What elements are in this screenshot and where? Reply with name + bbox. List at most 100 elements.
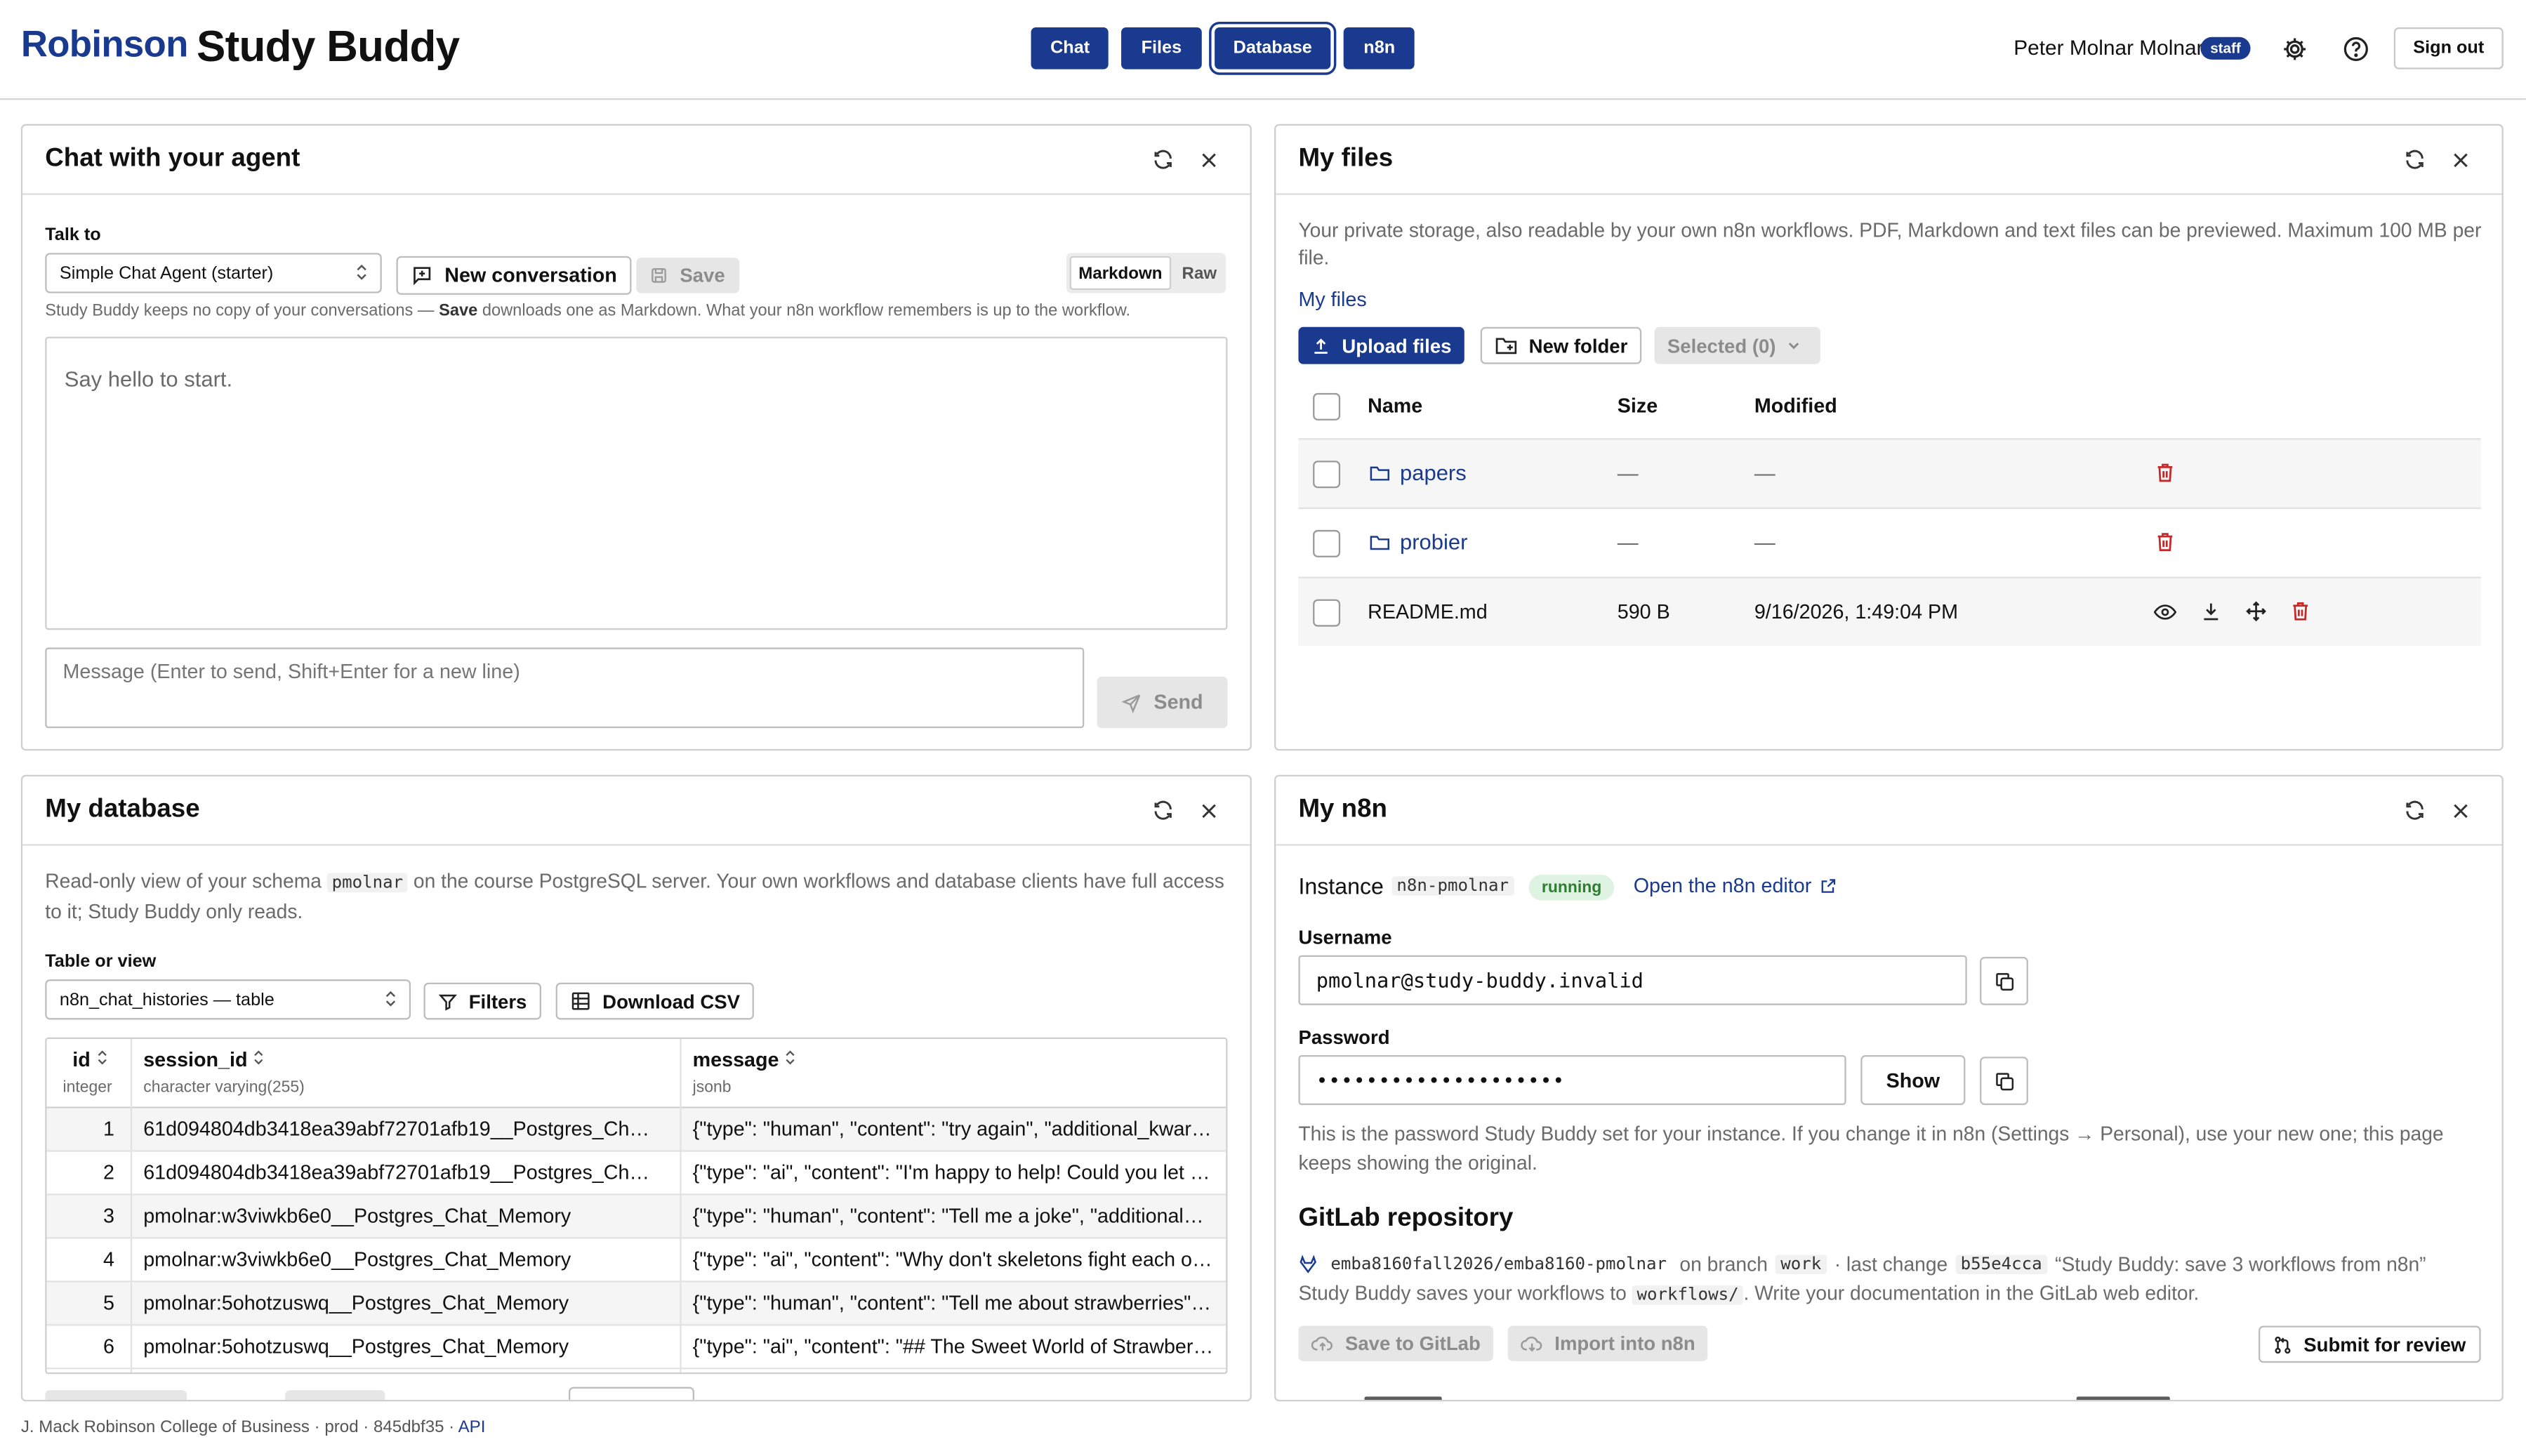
nav-files-button[interactable]: Files: [1122, 27, 1201, 70]
sign-out-button[interactable]: Sign out: [2393, 27, 2504, 70]
saves-prefix: Study Buddy saves your workflows to: [1298, 1282, 1632, 1305]
folder-link[interactable]: probier: [1400, 530, 1467, 554]
folder-icon: [1370, 536, 1389, 550]
table-row[interactable]: 3 pmolnar:w3viwkb6e0__Postgres_Chat_Memor…: [46, 1195, 1226, 1239]
file-row[interactable]: papers — —: [1298, 438, 2481, 508]
nav-chat-button[interactable]: Chat: [1031, 27, 1109, 70]
save-to-gitlab-button[interactable]: Save to GitLab: [1298, 1325, 1494, 1361]
next-page-button[interactable]: [285, 1390, 385, 1401]
save-conversation-button[interactable]: Save: [636, 258, 740, 293]
cloud-upload-icon: [1311, 1336, 1333, 1351]
cell-session-id: 61d094804db3418ea39abf72701afb19__Postgr…: [143, 1118, 659, 1141]
submit-for-review-label: Submit for review: [2303, 1332, 2466, 1356]
table-row[interactable]: 6 pmolnar:5ohotzuswq__Postgres_Chat_Memor…: [46, 1325, 1226, 1370]
copy-username-button[interactable]: [1980, 956, 2028, 1005]
cell-session-id: pmolnar:w3viwkb6e0__Postgres_Chat_Memory: [143, 1205, 571, 1228]
repo-link[interactable]: emba8160fall2026/emba8160-pmolnar: [1325, 1255, 1671, 1274]
close-icon[interactable]: [1193, 145, 1222, 174]
password-field[interactable]: ••••••••••••••••••••: [1298, 1054, 1846, 1106]
files-breadcrumb[interactable]: My files: [1298, 289, 1366, 311]
cell-session-id: 61d094804db3418ea39abf72701afb19__Postgr…: [143, 1161, 659, 1184]
prev-page-button[interactable]: [45, 1390, 187, 1401]
cell-message: {"type": "ai", "content": "Why don't ske…: [692, 1248, 1215, 1271]
col-header-modified[interactable]: Modified: [1754, 395, 1837, 417]
file-name[interactable]: README.md: [1368, 601, 1488, 623]
trash-icon[interactable]: [2155, 531, 2175, 552]
footer-text: J. Mack Robinson College of Business · p…: [20, 1417, 455, 1437]
selected-actions-dropdown[interactable]: Selected (0): [1654, 326, 1820, 364]
new-conversation-button[interactable]: New conversation: [396, 256, 632, 295]
agent-select[interactable]: Simple Chat Agent (starter): [45, 253, 382, 293]
upload-files-button[interactable]: Upload files: [1298, 326, 1464, 364]
close-icon[interactable]: [1193, 796, 1222, 825]
refresh-icon[interactable]: [1149, 796, 1177, 825]
password-note: This is the password Study Buddy set for…: [1298, 1123, 2444, 1174]
main-nav: Chat Files Database n8n: [1031, 27, 1415, 70]
table-or-view-label: Table or view: [45, 952, 157, 972]
send-icon: [1121, 694, 1141, 713]
table-row[interactable]: 4 pmolnar:w3viwkb6e0__Postgres_Chat_Memor…: [46, 1239, 1226, 1283]
trash-icon[interactable]: [2291, 601, 2310, 622]
file-row[interactable]: probier — —: [1298, 507, 2481, 577]
folder-icon: [1370, 466, 1389, 481]
copy-password-button[interactable]: [1980, 1057, 2028, 1106]
col-header-session-id[interactable]: session_id: [143, 1049, 264, 1071]
row-checkbox[interactable]: [1313, 529, 1341, 557]
refresh-icon[interactable]: [2400, 796, 2429, 825]
col-header-id[interactable]: id: [72, 1049, 107, 1071]
rows-per-page-select[interactable]: [568, 1386, 694, 1401]
preview-eye-icon[interactable]: [2153, 602, 2177, 622]
show-password-button[interactable]: Show: [1860, 1054, 1966, 1106]
open-n8n-editor-link[interactable]: Open the n8n editor: [1634, 875, 1836, 897]
help-icon[interactable]: [2339, 32, 2372, 65]
folder-link[interactable]: papers: [1400, 461, 1467, 484]
refresh-icon[interactable]: [1149, 145, 1177, 174]
folder-plus-icon: [1495, 338, 1517, 355]
nav-n8n-button[interactable]: n8n: [1344, 27, 1415, 70]
row-checkbox[interactable]: [1313, 461, 1341, 489]
database-panel: My database Read-only view of your schem…: [20, 774, 1252, 1402]
gitlab-icon: [1300, 1255, 1316, 1273]
close-icon[interactable]: [2445, 796, 2474, 825]
table-row[interactable]: 5 pmolnar:5ohotzuswq__Postgres_Chat_Memor…: [46, 1282, 1226, 1326]
app-title: Study Buddy: [196, 22, 460, 71]
markdown-mode-button[interactable]: Markdown: [1069, 256, 1172, 291]
trash-icon[interactable]: [2155, 463, 2175, 484]
api-link[interactable]: API: [458, 1417, 486, 1437]
username-field[interactable]: [1298, 955, 1967, 1005]
gear-icon[interactable]: [2278, 32, 2310, 65]
filters-button[interactable]: Filters: [423, 982, 542, 1020]
new-folder-button[interactable]: New folder: [1480, 326, 1642, 364]
saves-suffix: . Write your documentation in the GitLab…: [1743, 1282, 2200, 1305]
col-header-size[interactable]: Size: [1618, 395, 1658, 417]
close-icon[interactable]: [2445, 145, 2474, 174]
send-button[interactable]: Send: [1097, 676, 1228, 729]
raw-mode-button[interactable]: Raw: [1176, 256, 1223, 290]
download-icon[interactable]: [2200, 601, 2221, 622]
import-into-n8n-button[interactable]: Import into n8n: [1507, 1325, 1709, 1361]
move-icon[interactable]: [2246, 601, 2267, 622]
col-header-name[interactable]: Name: [1368, 395, 1422, 417]
table-row[interactable]: 1 61d094804db3418ea39abf72701afb19__Postg…: [46, 1108, 1226, 1152]
col-header-message[interactable]: message: [693, 1049, 796, 1071]
staff-badge: staff: [2200, 37, 2251, 60]
table-select[interactable]: n8n_chat_histories — table: [45, 979, 411, 1020]
submit-for-review-button[interactable]: Submit for review: [2259, 1325, 2480, 1363]
file-size: 590 B: [1617, 600, 1670, 624]
filter-icon: [438, 993, 458, 1010]
refresh-icon[interactable]: [2400, 145, 2429, 174]
row-checkbox[interactable]: [1313, 599, 1341, 627]
new-folder-label: New folder: [1528, 334, 1628, 357]
db-desc-prefix: Read-only view of your schema: [45, 870, 327, 893]
col-type-id: integer: [62, 1079, 112, 1097]
app-header: Robinson Study Buddy Chat Files Database…: [0, 0, 2526, 100]
talk-to-label: Talk to: [45, 225, 101, 245]
select-all-checkbox[interactable]: [1313, 392, 1341, 421]
table-row[interactable]: 2 61d094804db3418ea39abf72701afb19__Postg…: [46, 1152, 1226, 1196]
download-csv-button[interactable]: Download CSV: [555, 982, 755, 1020]
nav-database-button[interactable]: Database: [1214, 27, 1332, 70]
new-chat-icon: [414, 267, 431, 286]
send-label: Send: [1153, 691, 1203, 714]
message-input[interactable]: [45, 647, 1085, 729]
file-row[interactable]: README.md 590 B 9/16/2026, 1:49:04 PM: [1298, 576, 2481, 647]
